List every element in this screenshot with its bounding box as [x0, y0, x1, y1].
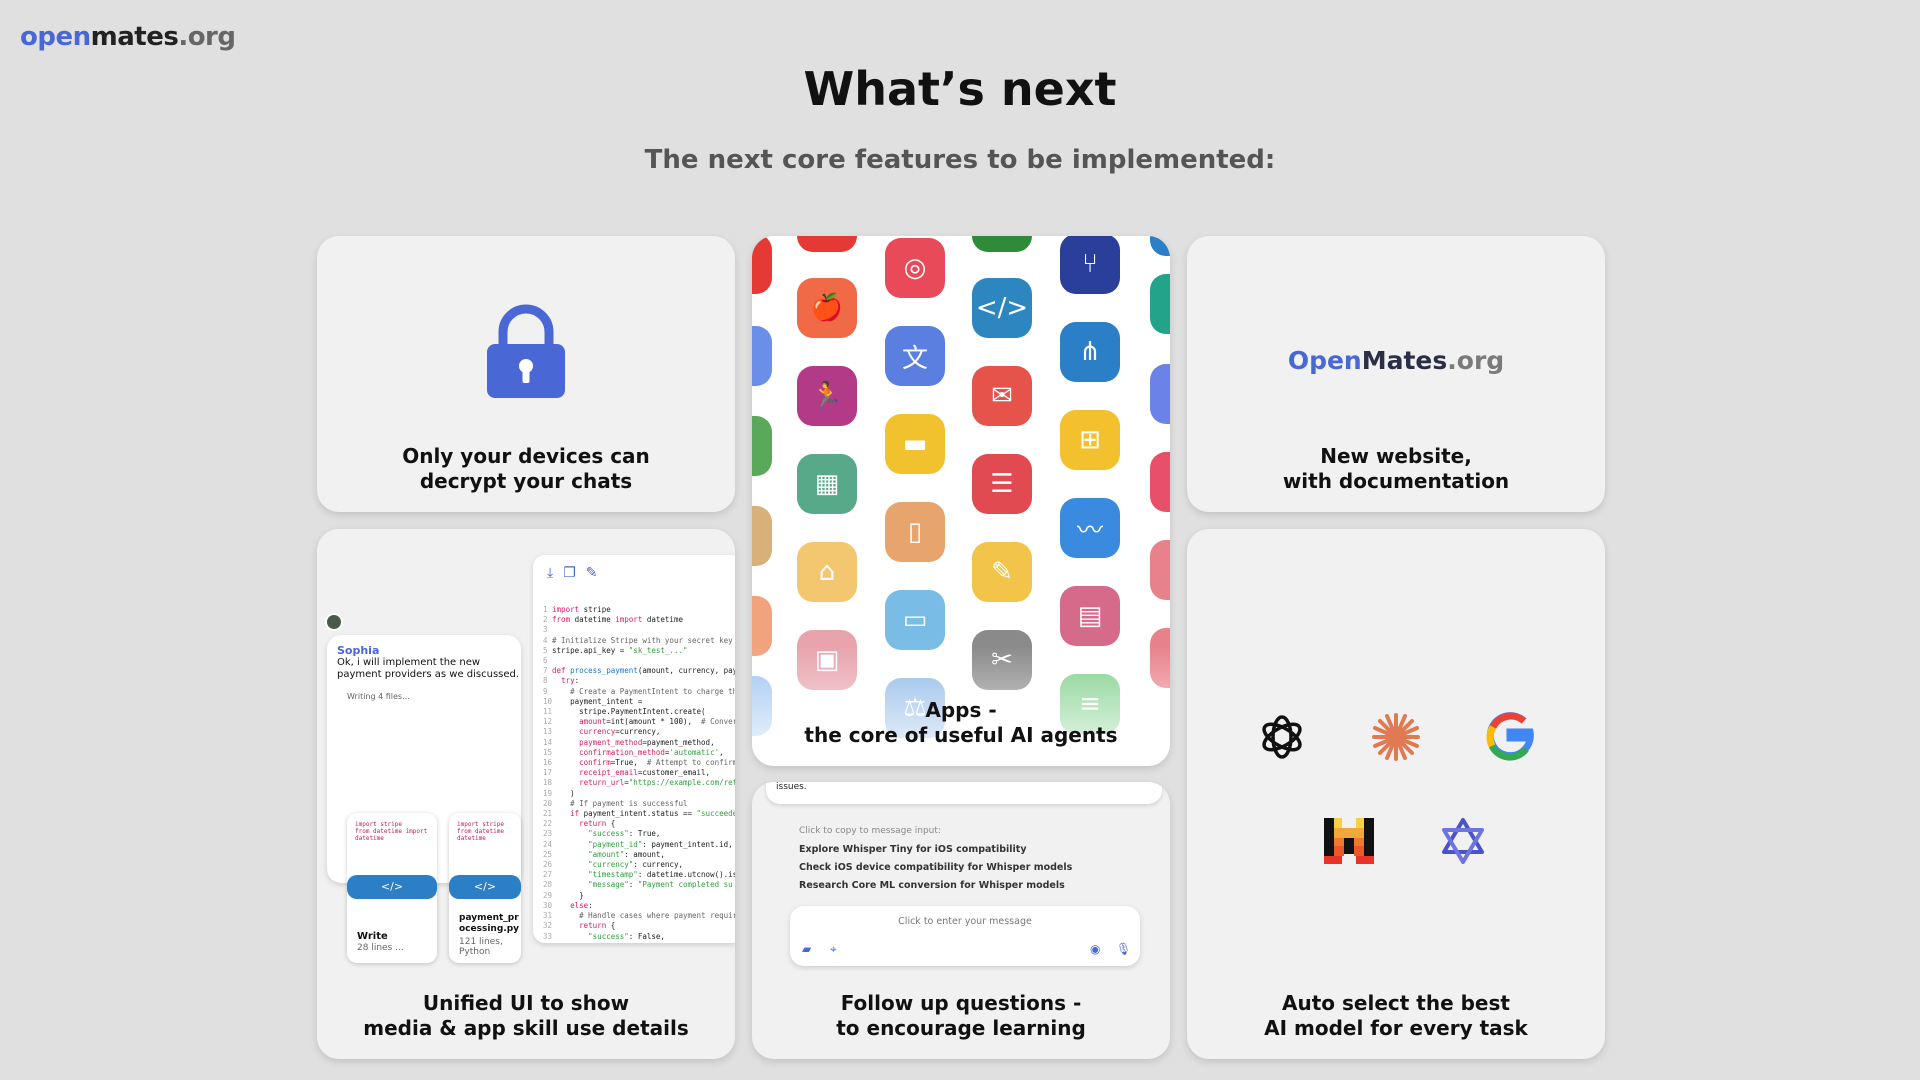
copy-hint: Click to copy to message input:	[799, 826, 941, 836]
card-encryption: Only your devices can decrypt your chats	[317, 236, 735, 512]
brand-open: open	[20, 22, 91, 52]
file1-sub: 28 lines ...	[357, 943, 404, 953]
deepseek-icon	[1435, 813, 1491, 869]
git-icon: ⑂	[1060, 236, 1120, 294]
page-subtitle: The next core features to be implemented…	[644, 145, 1276, 175]
card-follow-up: issues. Click to copy to message input: …	[752, 782, 1170, 1059]
mistral-icon	[1321, 813, 1377, 869]
app-icon-red	[752, 236, 772, 294]
copy-icon[interactable]: ❐	[563, 565, 576, 581]
app-icon-blue-edge	[1150, 236, 1170, 256]
location-icon[interactable]: ⌖	[830, 942, 837, 957]
brand-mates: mates	[90, 22, 179, 52]
brand-logo[interactable]: openmates.org	[20, 22, 236, 52]
file-preview-1[interactable]: import stripe from datetime import datetim…	[347, 813, 437, 963]
unified-caption-2: media & app skill use details	[363, 1016, 689, 1040]
download-icon[interactable]: ⤓	[547, 565, 553, 581]
site-logo-open: Open	[1287, 346, 1362, 375]
news-icon: ▤	[1060, 586, 1120, 646]
file-preview-2[interactable]: import stripe from datetime datetime </> p…	[449, 813, 521, 963]
card-website: OpenMates.org New website, with document…	[1187, 236, 1605, 512]
server-icon: ☰	[972, 454, 1032, 514]
site-logo-mates: Mates	[1361, 346, 1448, 375]
microphone-icon[interactable]: 🎙	[1116, 942, 1131, 956]
code-content: 1 import stripe 2 from datetime import d…	[543, 605, 735, 941]
page-title: What’s next	[803, 62, 1117, 116]
file2-sub: 121 lines, Python	[459, 937, 503, 957]
google-icon	[1482, 709, 1538, 765]
apps-caption-2: the core of useful AI agents	[804, 723, 1118, 747]
delivery-icon: ▬	[885, 414, 945, 474]
encryption-caption-2: decrypt your chats	[419, 469, 633, 493]
apps-caption-1: Apps -	[925, 698, 997, 722]
website-caption-2: with documentation	[1282, 469, 1510, 493]
web-icon: ◎	[885, 238, 945, 298]
app-icon-rose-edge	[1150, 540, 1170, 600]
app-icon-blue	[752, 326, 772, 386]
code-icon: </>	[972, 278, 1032, 338]
unified-caption-1: Unified UI to show	[422, 991, 630, 1015]
openai-icon	[1254, 709, 1310, 765]
whiteboard-icon: 〰	[1060, 498, 1120, 558]
home-icon: ⌂	[797, 542, 857, 602]
file-preview-code: import stripe from datetime import datetim…	[355, 821, 428, 842]
app-icon-red-top	[797, 236, 857, 252]
brand-org: .org	[178, 22, 236, 52]
suggestion-item[interactable]: Check iOS device compatibility for Whisp…	[799, 862, 1072, 873]
card-apps: 🍎 🏃 ▦ ⌂ ▣ ◎ 文 ▬ ▯ ▭ ⚖ </> ✉ ☰ ✎ ✂ ⑂ ⋔ ⊞ …	[752, 236, 1170, 766]
writing-status: Writing 4 files...	[347, 692, 410, 701]
site-logo-org: .org	[1447, 346, 1505, 375]
books-icon: ▯	[885, 502, 945, 562]
app-icon-tan	[752, 506, 772, 566]
fitness-icon: 🏃	[797, 366, 857, 426]
notes-icon: ✎	[972, 542, 1032, 602]
app-icon-indigo-edge	[1150, 364, 1170, 424]
card-ai-models: Auto select the best AI model for every …	[1187, 529, 1605, 1059]
followup-caption-1: Follow up questions -	[840, 991, 1082, 1015]
message-placeholder: Click to enter your message	[898, 916, 1032, 927]
code-icon: </>	[347, 875, 437, 899]
website-caption-1: New website,	[1320, 444, 1472, 468]
folder-icon[interactable]: ▰	[802, 942, 811, 956]
avatar	[325, 613, 343, 631]
openmates-logo: OpenMates.org	[1187, 346, 1605, 375]
encryption-caption-1: Only your devices can	[402, 444, 650, 468]
workflow-icon: ⊞	[1060, 410, 1120, 470]
card-unified-ui: import stripe from datetime import datetim…	[317, 529, 735, 1059]
file-preview-code-2: import stripe from datetime datetime	[457, 821, 504, 842]
app-icon-green-top	[972, 236, 1032, 252]
chat-message: Ok, i will implement the new payment pro…	[337, 657, 520, 680]
health-icon: 🍎	[797, 278, 857, 338]
previous-message: issues.	[766, 782, 1162, 804]
network-icon: ⋔	[1060, 322, 1120, 382]
sender-name: Sophia	[337, 644, 380, 657]
translate-icon: 文	[885, 326, 945, 386]
suggestion-item[interactable]: Research Core ML conversion for Whisper …	[799, 880, 1065, 891]
message-input[interactable]: Click to enter your message ▰ ⌖ ◉ 🎙	[790, 906, 1140, 966]
tv-icon: ▭	[885, 590, 945, 650]
edit-icon[interactable]: ✎	[586, 565, 598, 581]
app-icon-pink-edge	[1150, 452, 1170, 512]
file2-title: payment_processing.py	[459, 913, 519, 934]
followup-caption-2: to encourage learning	[836, 1016, 1086, 1040]
app-icon-teal-edge	[1150, 274, 1170, 334]
code-toolbar: ⤓ ❐ ✎	[547, 565, 598, 581]
code-editor-preview: ⤓ ❐ ✎ 1 import stripe 2 from datetime im…	[533, 555, 735, 943]
app-icon-green	[752, 416, 772, 476]
camera-icon[interactable]: ◉	[1090, 942, 1100, 956]
ai-caption-1: Auto select the best	[1282, 991, 1510, 1015]
code-icon: </>	[449, 875, 521, 899]
file1-title: Write	[357, 931, 388, 942]
business-icon: ▦	[797, 454, 857, 514]
suggestion-item[interactable]: Explore Whisper Tiny for iOS compatibili…	[799, 844, 1027, 855]
ai-caption-2: AI model for every task	[1264, 1016, 1528, 1040]
mail-icon: ✉	[972, 366, 1032, 426]
lock-icon	[487, 304, 565, 398]
anthropic-icon	[1368, 709, 1424, 765]
